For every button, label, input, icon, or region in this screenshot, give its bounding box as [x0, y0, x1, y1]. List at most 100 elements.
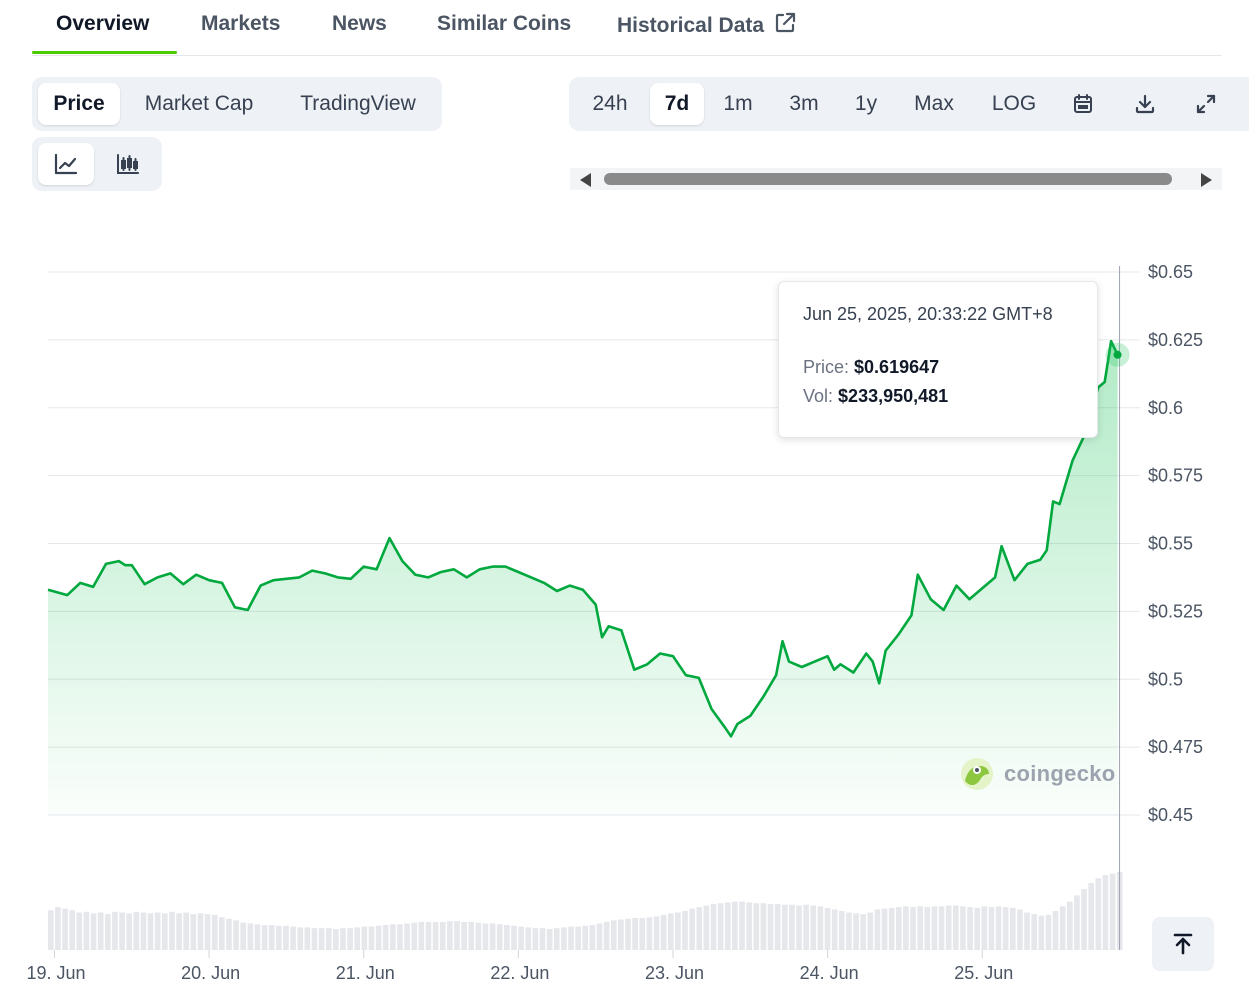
- tab-overview[interactable]: Overview: [56, 12, 149, 40]
- coingecko-watermark-text: coingecko: [1004, 761, 1116, 786]
- volume-bar: [233, 920, 239, 950]
- volume-bar: [169, 911, 175, 950]
- volume-bar: [183, 912, 190, 950]
- volume-bar: [297, 927, 304, 950]
- volume-bar: [1059, 906, 1066, 950]
- tab-similar-coins[interactable]: Similar Coins: [437, 12, 571, 40]
- range-3m-button[interactable]: 3m: [776, 83, 832, 125]
- range-7d-button[interactable]: 7d: [650, 83, 704, 125]
- volume-bar: [489, 923, 496, 950]
- volume-bar: [311, 928, 318, 950]
- volume-bar: [532, 928, 539, 950]
- volume-bar: [1095, 878, 1102, 950]
- tab-historical-data[interactable]: Historical Data: [617, 12, 796, 40]
- volume-bar: [810, 905, 817, 950]
- volume-bar: [895, 907, 902, 950]
- volume-bar: [796, 905, 802, 950]
- x-tick-label: 22. Jun: [490, 963, 549, 983]
- volume-bar: [290, 926, 296, 950]
- volume-bar: [197, 913, 204, 950]
- volume-bar: [382, 925, 389, 950]
- volume-bar: [781, 904, 788, 950]
- volume-bar: [1002, 907, 1009, 950]
- x-tick-label: 23. Jun: [645, 963, 704, 983]
- volume-bar: [439, 921, 446, 950]
- y-tick-label: $0.525: [1148, 601, 1203, 621]
- volume-bar: [610, 920, 617, 950]
- volume-bar: [97, 912, 104, 950]
- volume-bar: [162, 913, 168, 950]
- coingecko-logo-icon: [961, 758, 993, 790]
- volume-bar: [411, 922, 418, 950]
- download-icon[interactable]: [1123, 83, 1167, 125]
- tab-markets[interactable]: Markets: [201, 12, 280, 40]
- range-scrollbar[interactable]: [570, 168, 1222, 190]
- range-1m-button[interactable]: 1m: [711, 83, 765, 125]
- x-tick-label: 21. Jun: [336, 963, 395, 983]
- volume-bar: [283, 925, 289, 950]
- volume-bar: [675, 912, 681, 950]
- range-24h-button[interactable]: 24h: [579, 83, 641, 125]
- volume-bar: [404, 923, 410, 950]
- scroll-right-arrow-icon[interactable]: [1201, 173, 1212, 187]
- calendar-icon[interactable]: [1061, 83, 1105, 125]
- fullscreen-icon[interactable]: [1184, 83, 1228, 125]
- volume-bar: [582, 925, 589, 950]
- volume-bar: [952, 905, 959, 950]
- volume-bar: [689, 908, 695, 950]
- y-tick-label: $0.65: [1148, 262, 1193, 282]
- volume-bar: [340, 928, 346, 950]
- tab-news[interactable]: News: [332, 12, 387, 40]
- top-tab-bar: Overview Markets News Similar Coins Hist…: [32, 0, 1222, 56]
- volume-bar: [981, 906, 988, 950]
- coingecko-watermark: coingecko: [960, 756, 1116, 792]
- volume-bar: [1024, 912, 1030, 950]
- volume-bar: [447, 921, 453, 950]
- volume-bar: [1088, 882, 1094, 950]
- volume-bar: [703, 905, 710, 950]
- chart-style-selector: [32, 137, 162, 191]
- back-to-top-button[interactable]: [1152, 917, 1214, 971]
- volume-bar: [418, 921, 425, 950]
- volume-bar: [276, 925, 282, 950]
- scroll-left-arrow-icon[interactable]: [580, 173, 591, 187]
- scrollbar-thumb[interactable]: [604, 173, 1172, 185]
- volume-bar: [268, 925, 275, 950]
- volume-bar: [325, 928, 332, 950]
- tradingview-button[interactable]: TradingView: [280, 83, 436, 125]
- volume-bar: [860, 914, 866, 950]
- range-1y-button[interactable]: 1y: [841, 83, 891, 125]
- volume-bar: [461, 921, 467, 950]
- volume-bar: [219, 917, 225, 950]
- volume-bar: [639, 918, 646, 950]
- price-button[interactable]: Price: [38, 83, 120, 125]
- volume-bar: [354, 927, 361, 950]
- volume-bar: [247, 923, 254, 950]
- volume-bar: [931, 906, 938, 950]
- tab-historical-data-label: Historical Data: [617, 14, 765, 37]
- volume-bar: [753, 903, 760, 950]
- volume-bar: [504, 925, 510, 950]
- tooltip-vol-value: $233,950,481: [838, 386, 949, 406]
- volume-bar: [333, 928, 339, 950]
- volume-bar: [1017, 909, 1023, 950]
- y-tick-label: $0.575: [1148, 466, 1203, 486]
- tooltip-price-label: Price:: [803, 357, 850, 377]
- candlestick-chart-icon[interactable]: [100, 143, 156, 185]
- x-tick-label: 20. Jun: [181, 963, 240, 983]
- volume-bar: [176, 913, 182, 950]
- volume-bar: [903, 906, 909, 950]
- market-cap-button[interactable]: Market Cap: [130, 83, 268, 125]
- active-tab-indicator: [32, 51, 177, 54]
- range-max-button[interactable]: Max: [901, 83, 967, 125]
- volume-bar: [76, 912, 83, 950]
- volume-bar: [646, 917, 653, 950]
- y-tick-label: $0.55: [1148, 534, 1193, 554]
- y-tick-label: $0.6: [1148, 398, 1183, 418]
- x-tick-label: 24. Jun: [800, 963, 859, 983]
- volume-bar: [454, 921, 460, 950]
- tooltip-vol-row: Vol: $233,950,481: [803, 386, 1073, 407]
- line-chart-icon[interactable]: [38, 143, 94, 185]
- volume-bar: [240, 922, 247, 950]
- log-scale-button[interactable]: LOG: [979, 83, 1049, 125]
